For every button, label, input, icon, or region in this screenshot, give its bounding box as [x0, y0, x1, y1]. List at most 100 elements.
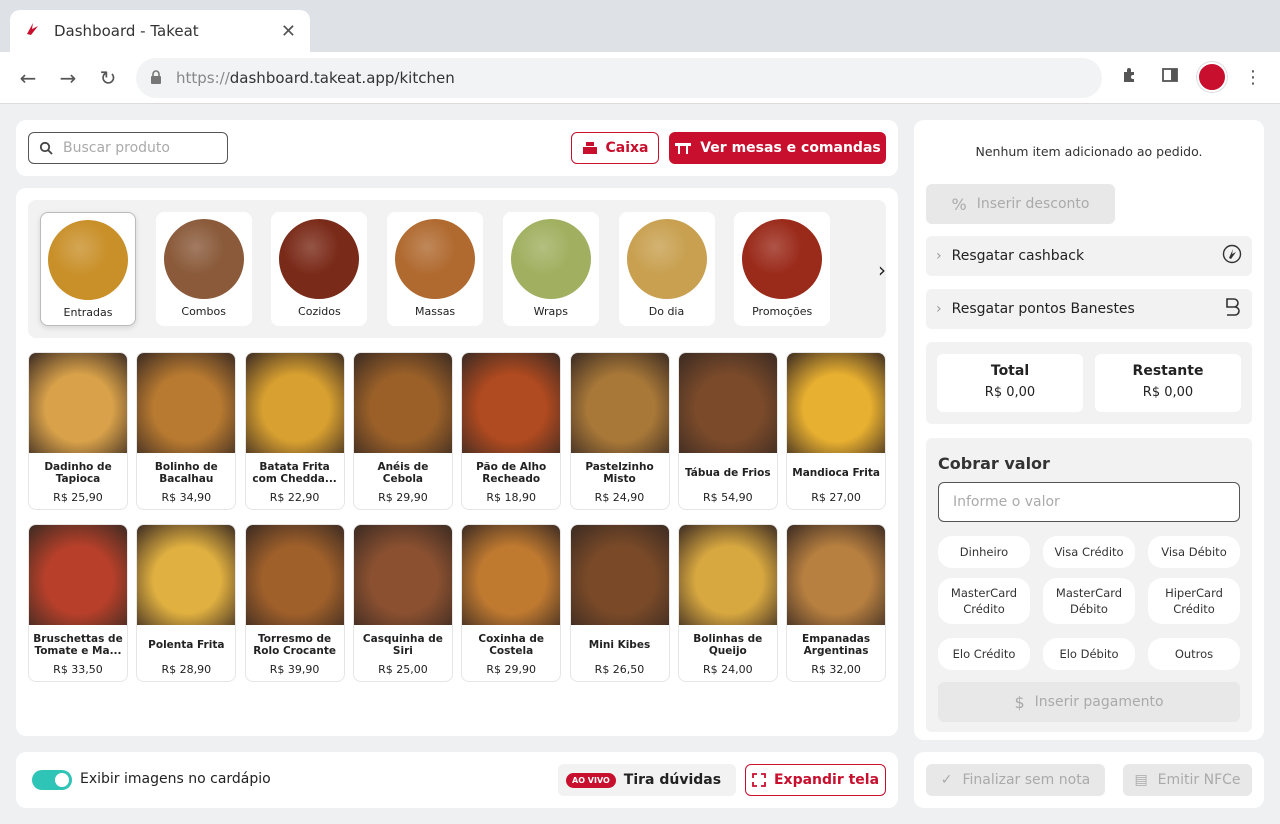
product-card[interactable]: Casquinha de Siri R$ 25,00 — [352, 524, 453, 682]
finalize-without-invoice-button[interactable]: ✓ Finalizar sem nota — [926, 764, 1105, 796]
extensions-icon[interactable] — [1118, 66, 1142, 90]
product-card[interactable]: Batata Frita com Chedda... R$ 22,90 — [244, 352, 345, 510]
product-card[interactable]: Torresmo de Rolo Crocante R$ 39,90 — [244, 524, 345, 682]
payment-method-button[interactable]: Outros — [1148, 638, 1240, 670]
product-image — [353, 353, 452, 453]
reload-icon[interactable]: ↻ — [96, 66, 120, 90]
category-image — [279, 219, 360, 299]
category-3[interactable]: Massas — [387, 212, 484, 326]
product-card[interactable]: Tábua de Frios R$ 54,90 — [677, 352, 778, 510]
payment-method-button[interactable]: MasterCard Débito — [1043, 578, 1135, 624]
cashback-accordion[interactable]: › Resgatar cashback — [926, 236, 1252, 276]
category-0[interactable]: Entradas — [40, 212, 136, 326]
category-image — [510, 219, 591, 299]
show-images-label: Exibir imagens no cardápio — [80, 771, 271, 787]
product-name: Torresmo de Rolo Crocante — [253, 633, 336, 657]
category-1[interactable]: Combos — [155, 212, 252, 326]
category-strip: Entradas Combos Cozidos Massas Wraps Do dia Pr… — [28, 200, 886, 338]
product-name: Polenta Frita — [148, 639, 225, 651]
product-image — [245, 525, 344, 625]
product-image — [245, 353, 344, 453]
cash-register-icon — [582, 142, 597, 154]
product-image — [787, 525, 886, 625]
product-name: Bruschettas de Tomate e Ma... — [33, 633, 123, 657]
total-value: R$ 0,00 — [984, 385, 1036, 400]
expand-screen-button[interactable]: Expandir tela — [745, 764, 886, 796]
category-label: Promoções — [752, 305, 813, 318]
payment-method-button[interactable]: MasterCard Crédito — [938, 578, 1030, 624]
product-price: R$ 18,90 — [486, 491, 536, 504]
product-card[interactable]: Pastelzinho Misto R$ 24,90 — [569, 352, 670, 510]
product-name: Coxinha de Costela — [478, 633, 544, 657]
category-image — [395, 219, 476, 299]
address-bar[interactable]: https://dashboard.takeat.app/kitchen — [136, 58, 1102, 98]
takeat-favicon-icon — [24, 20, 42, 42]
search-input[interactable]: Buscar produto — [28, 132, 228, 164]
product-card[interactable]: Bolinho de Bacalhau R$ 34,90 — [136, 352, 237, 510]
product-image — [29, 353, 127, 453]
live-help-button[interactable]: AO VIVO Tira dúvidas — [558, 764, 736, 796]
chevron-right-icon[interactable]: › — [878, 258, 886, 282]
category-5[interactable]: Do dia — [618, 212, 715, 326]
product-image — [29, 525, 127, 625]
search-placeholder: Buscar produto — [63, 140, 170, 156]
takeat-logo-icon — [1222, 244, 1242, 268]
browser-tab-bar: Dashboard - Takeat ✕ — [0, 0, 1280, 52]
product-card[interactable]: Anéis de Cebola R$ 29,90 — [352, 352, 453, 510]
product-price: R$ 54,90 — [702, 491, 753, 504]
product-card[interactable]: Bruschettas de Tomate e Ma... R$ 33,50 — [28, 524, 128, 682]
product-name: Empanadas Argentinas — [802, 633, 871, 657]
insert-discount-button[interactable]: % Inserir desconto — [926, 184, 1115, 224]
product-card[interactable]: Bolinhas de Queijo R$ 24,00 — [677, 524, 778, 682]
product-price: R$ 39,90 — [269, 663, 320, 676]
product-card[interactable]: Coxinha de Costela R$ 29,90 — [461, 524, 562, 682]
totals-box: Total R$ 0,00 Restante R$ 0,00 — [926, 342, 1252, 424]
payment-method-button[interactable]: Visa Crédito — [1043, 536, 1135, 568]
close-tab-icon[interactable]: ✕ — [281, 21, 296, 42]
category-2[interactable]: Cozidos — [271, 212, 368, 326]
product-card[interactable]: Empanadas Argentinas R$ 32,00 — [786, 524, 887, 682]
category-image — [626, 219, 707, 299]
payment-method-button[interactable]: HiperCard Crédito — [1148, 578, 1240, 624]
category-4[interactable]: Wraps — [502, 212, 599, 326]
chevron-right-icon: › — [936, 301, 942, 317]
browser-tab[interactable]: Dashboard - Takeat ✕ — [10, 10, 310, 52]
category-6[interactable]: Promoções — [734, 212, 831, 326]
product-name: Pastelzinho Misto — [585, 461, 654, 485]
side-panel-icon[interactable] — [1158, 66, 1182, 90]
profile-avatar[interactable] — [1197, 62, 1227, 92]
product-name: Casquinha de Siri — [362, 633, 443, 657]
product-name: Mandioca Frita — [792, 467, 880, 479]
back-icon[interactable]: ← — [16, 66, 40, 90]
product-card[interactable]: Mini Kibes R$ 26,50 — [569, 524, 670, 682]
product-image — [678, 353, 777, 453]
insert-payment-button[interactable]: $ Inserir pagamento — [938, 682, 1240, 722]
view-tables-button[interactable]: Ver mesas e comandas — [669, 132, 886, 164]
product-image — [353, 525, 452, 625]
product-price: R$ 33,50 — [53, 663, 103, 676]
table-icon — [675, 143, 692, 154]
product-card[interactable]: Pão de Alho Recheado R$ 18,90 — [461, 352, 562, 510]
chevron-right-icon: › — [936, 248, 942, 264]
caixa-button[interactable]: Caixa — [571, 132, 659, 164]
banestes-points-accordion[interactable]: › Resgatar pontos Banestes — [926, 289, 1252, 329]
product-card[interactable]: Dadinho de Tapioca R$ 25,90 — [28, 352, 128, 510]
product-image — [678, 525, 777, 625]
product-name: Pão de Alho Recheado — [476, 461, 547, 485]
payment-method-button[interactable]: Elo Débito — [1043, 638, 1135, 670]
product-price: R$ 29,90 — [486, 663, 536, 676]
payment-method-button[interactable]: Dinheiro — [938, 536, 1030, 568]
browser-toolbar: ← → ↻ https://dashboard.takeat.app/kitch… — [0, 52, 1280, 104]
show-images-toggle[interactable] — [32, 770, 72, 790]
product-price: R$ 32,00 — [811, 663, 861, 676]
finalize-bar: ✓ Finalizar sem nota ▤ Emitir NFCe — [914, 752, 1264, 808]
product-card[interactable]: Mandioca Frita R$ 27,00 — [786, 352, 887, 510]
charge-value-input[interactable]: Informe o valor — [938, 482, 1240, 522]
payment-method-button[interactable]: Elo Crédito — [938, 638, 1030, 670]
forward-icon[interactable]: → — [56, 66, 80, 90]
emit-nfce-button[interactable]: ▤ Emitir NFCe — [1123, 764, 1252, 796]
menu-dots-icon[interactable]: ⋮ — [1241, 66, 1265, 90]
payment-method-button[interactable]: Visa Débito — [1148, 536, 1240, 568]
category-label: Wraps — [533, 305, 568, 318]
product-card[interactable]: Polenta Frita R$ 28,90 — [136, 524, 237, 682]
